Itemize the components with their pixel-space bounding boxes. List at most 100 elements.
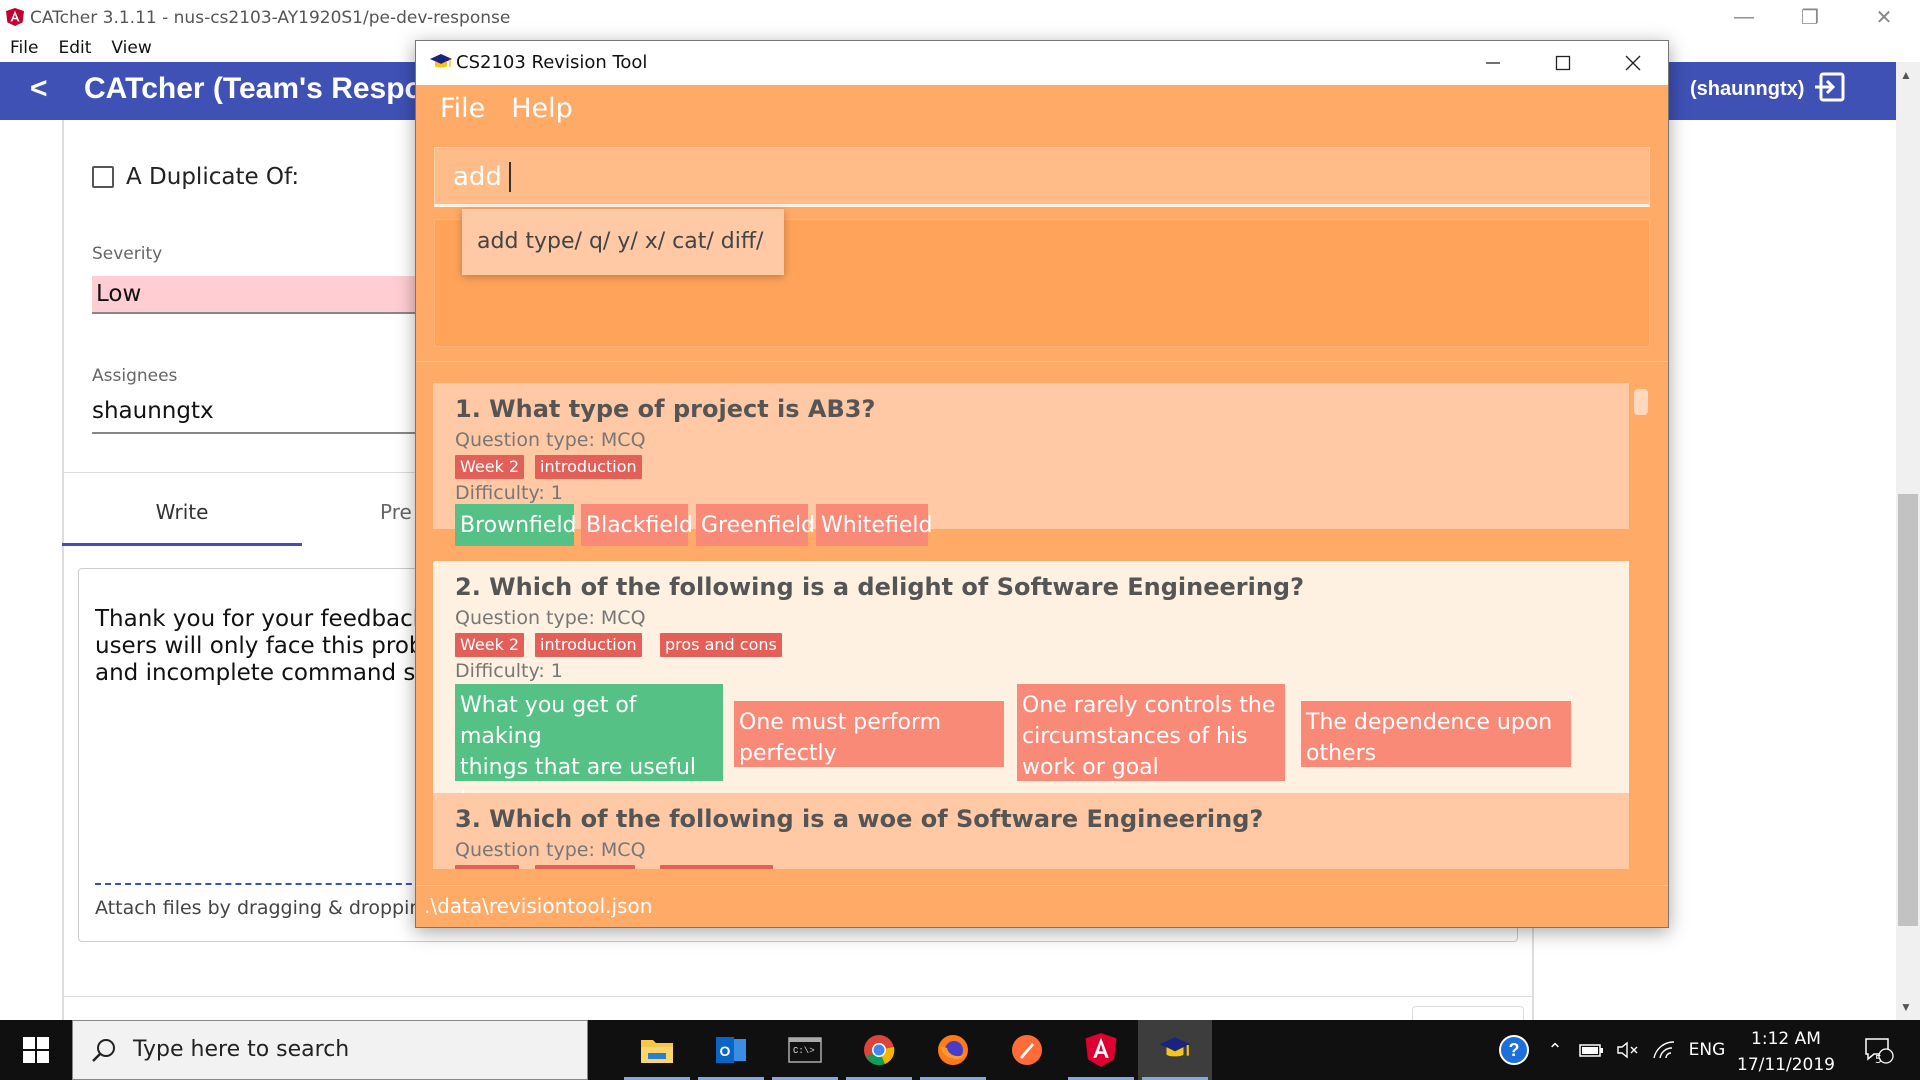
question-type: Question type: MCQ bbox=[455, 839, 646, 861]
windows-logo-icon bbox=[23, 1037, 49, 1063]
question-type: Question type: MCQ bbox=[455, 607, 646, 629]
menu-view[interactable]: View bbox=[101, 34, 161, 62]
minimize-button[interactable]: — bbox=[1712, 2, 1776, 32]
clock-time: 1:12 AM bbox=[1751, 1029, 1821, 1049]
answer-option-line: The dependence upon bbox=[1306, 710, 1553, 735]
battery-tray-button[interactable] bbox=[1576, 1020, 1608, 1080]
duplicate-checkbox[interactable] bbox=[92, 166, 114, 188]
tag-badge bbox=[535, 865, 635, 869]
firefox-icon bbox=[938, 1035, 968, 1065]
tag-badge: pros and cons bbox=[660, 633, 782, 657]
answer-option: Greenfield bbox=[696, 504, 815, 546]
revision-tool-title: CS2103 Revision Tool bbox=[456, 52, 648, 73]
assignees-select[interactable]: shaunngtx bbox=[92, 396, 432, 434]
revision-tool-titlebar: CS2103 Revision Tool bbox=[416, 41, 1668, 85]
postman-icon bbox=[1012, 1035, 1042, 1065]
command-input[interactable]: add bbox=[434, 147, 1650, 207]
language-indicator[interactable]: ENG bbox=[1684, 1020, 1730, 1080]
autocomplete-suggestion[interactable]: add type/ q/ y/ x/ cat/ diff/ bbox=[462, 209, 784, 275]
tag-badge bbox=[660, 865, 773, 869]
action-center-button[interactable]: 5 bbox=[1854, 1020, 1904, 1080]
scroll-up-icon[interactable]: ▲ bbox=[1900, 68, 1912, 82]
duplicate-row[interactable]: A Duplicate Of: bbox=[92, 164, 299, 190]
tab-preview[interactable]: Pre bbox=[380, 500, 412, 524]
folder-icon bbox=[641, 1040, 673, 1063]
terminal-taskbar-button[interactable]: C:\> bbox=[768, 1020, 842, 1080]
rt-menu-help[interactable]: Help bbox=[499, 85, 587, 135]
status-bar: .\data\revisiontool.json bbox=[416, 885, 1668, 927]
data-file-path: .\data\revisiontool.json bbox=[424, 894, 653, 918]
question-card[interactable]: 1. What type of project is AB3? Question… bbox=[433, 383, 1629, 546]
editor-text-line: Thank you for your feedback. V bbox=[95, 606, 457, 632]
answer-option-line: One rarely controls the bbox=[1022, 693, 1276, 718]
volume-muted-icon bbox=[1617, 1041, 1638, 1059]
volume-tray-button[interactable] bbox=[1612, 1020, 1644, 1080]
angular-icon bbox=[1085, 1033, 1117, 1067]
chrome-taskbar-button[interactable] bbox=[842, 1020, 916, 1080]
command-input-text: add bbox=[453, 162, 502, 192]
tag-badge bbox=[455, 865, 519, 869]
file-explorer-taskbar-button[interactable] bbox=[620, 1020, 694, 1080]
catcher-titlebar: CATcher 3.1.11 - nus-cs2103-AY1920S1/pe-… bbox=[0, 0, 1920, 34]
attach-files-hint: Attach files by dragging & dropping or bbox=[95, 897, 459, 919]
logout-icon[interactable] bbox=[1812, 70, 1846, 104]
duplicate-label: A Duplicate Of: bbox=[126, 164, 300, 190]
answer-option-correct: Brownfield bbox=[455, 504, 577, 546]
restore-button[interactable]: ❐ bbox=[1778, 2, 1842, 32]
graduation-cap-icon bbox=[430, 54, 452, 68]
clock-date: 17/11/2019 bbox=[1737, 1055, 1835, 1075]
question-card[interactable]: 3. Which of the following is a woe of So… bbox=[433, 793, 1629, 869]
editor-text-line: and incomplete command suc bbox=[95, 660, 443, 686]
angular-app-icon bbox=[6, 8, 24, 26]
rt-separator bbox=[416, 361, 1668, 362]
help-tray-button[interactable]: ? bbox=[1494, 1020, 1534, 1080]
question-type: Question type: MCQ bbox=[455, 429, 646, 451]
wifi-tray-button[interactable] bbox=[1648, 1020, 1680, 1080]
svg-text:?: ? bbox=[1509, 1040, 1520, 1060]
text-caret bbox=[509, 162, 511, 192]
revision-tool-menubar: File Help bbox=[416, 85, 1668, 135]
answer-option: One rarely controls the circumstances of… bbox=[1017, 684, 1285, 781]
severity-select[interactable]: Low bbox=[92, 276, 432, 314]
tab-write[interactable]: Write bbox=[62, 490, 302, 546]
rt-minimize-button[interactable] bbox=[1458, 41, 1528, 85]
question-list-scrollbar[interactable] bbox=[1634, 389, 1648, 415]
close-button[interactable]: ✕ bbox=[1852, 2, 1916, 32]
search-placeholder: Type here to search bbox=[133, 1037, 350, 1062]
question-title: 3. Which of the following is a woe of So… bbox=[455, 805, 1264, 833]
question-card[interactable]: 2. Which of the following is a delight o… bbox=[433, 561, 1629, 842]
outlook-taskbar-button[interactable]: O bbox=[694, 1020, 768, 1080]
postman-taskbar-button[interactable] bbox=[990, 1020, 1064, 1080]
answer-option-correct: What you get of making things that are u… bbox=[455, 684, 723, 842]
answer-option-line: perfectly bbox=[739, 741, 837, 766]
start-button[interactable] bbox=[0, 1020, 72, 1080]
question-list[interactable]: 1. What type of project is AB3? Question… bbox=[433, 383, 1629, 869]
taskbar-search[interactable]: Type here to search bbox=[72, 1020, 588, 1080]
chevron-up-icon[interactable]: ⌃ bbox=[1540, 1020, 1570, 1080]
rt-maximize-button[interactable] bbox=[1528, 41, 1598, 85]
svg-text:O: O bbox=[720, 1043, 731, 1059]
catcher-taskbar-button[interactable] bbox=[1064, 1020, 1138, 1080]
minimize-icon bbox=[1486, 62, 1500, 64]
severity-label: Severity bbox=[92, 244, 163, 264]
clock[interactable]: 1:12 AM 17/11/2019 bbox=[1730, 1026, 1842, 1078]
answer-option-line: What you get of making bbox=[460, 693, 637, 749]
wifi-icon bbox=[1653, 1041, 1675, 1059]
scroll-down-icon[interactable]: ▼ bbox=[1900, 1000, 1912, 1014]
outlook-icon: O bbox=[716, 1037, 746, 1063]
question-title: 2. Which of the following is a delight o… bbox=[455, 573, 1304, 601]
answer-option-line: work or goal bbox=[1022, 755, 1159, 780]
rt-menu-file[interactable]: File bbox=[428, 85, 499, 135]
menu-edit[interactable]: Edit bbox=[48, 34, 101, 62]
menu-file[interactable]: File bbox=[0, 34, 48, 62]
editor-text-line: users will only face this proble bbox=[95, 633, 445, 659]
back-arrow-icon[interactable]: < bbox=[30, 72, 48, 106]
chrome-icon bbox=[864, 1035, 895, 1066]
rt-close-button[interactable] bbox=[1598, 41, 1668, 85]
revision-tool-taskbar-button[interactable] bbox=[1138, 1020, 1212, 1080]
bottom-divider bbox=[62, 996, 1534, 997]
answer-option: Blackfield bbox=[581, 504, 693, 546]
battery-icon bbox=[1579, 1044, 1603, 1057]
page-scrollbar-thumb[interactable] bbox=[1898, 494, 1918, 926]
firefox-taskbar-button[interactable] bbox=[916, 1020, 990, 1080]
